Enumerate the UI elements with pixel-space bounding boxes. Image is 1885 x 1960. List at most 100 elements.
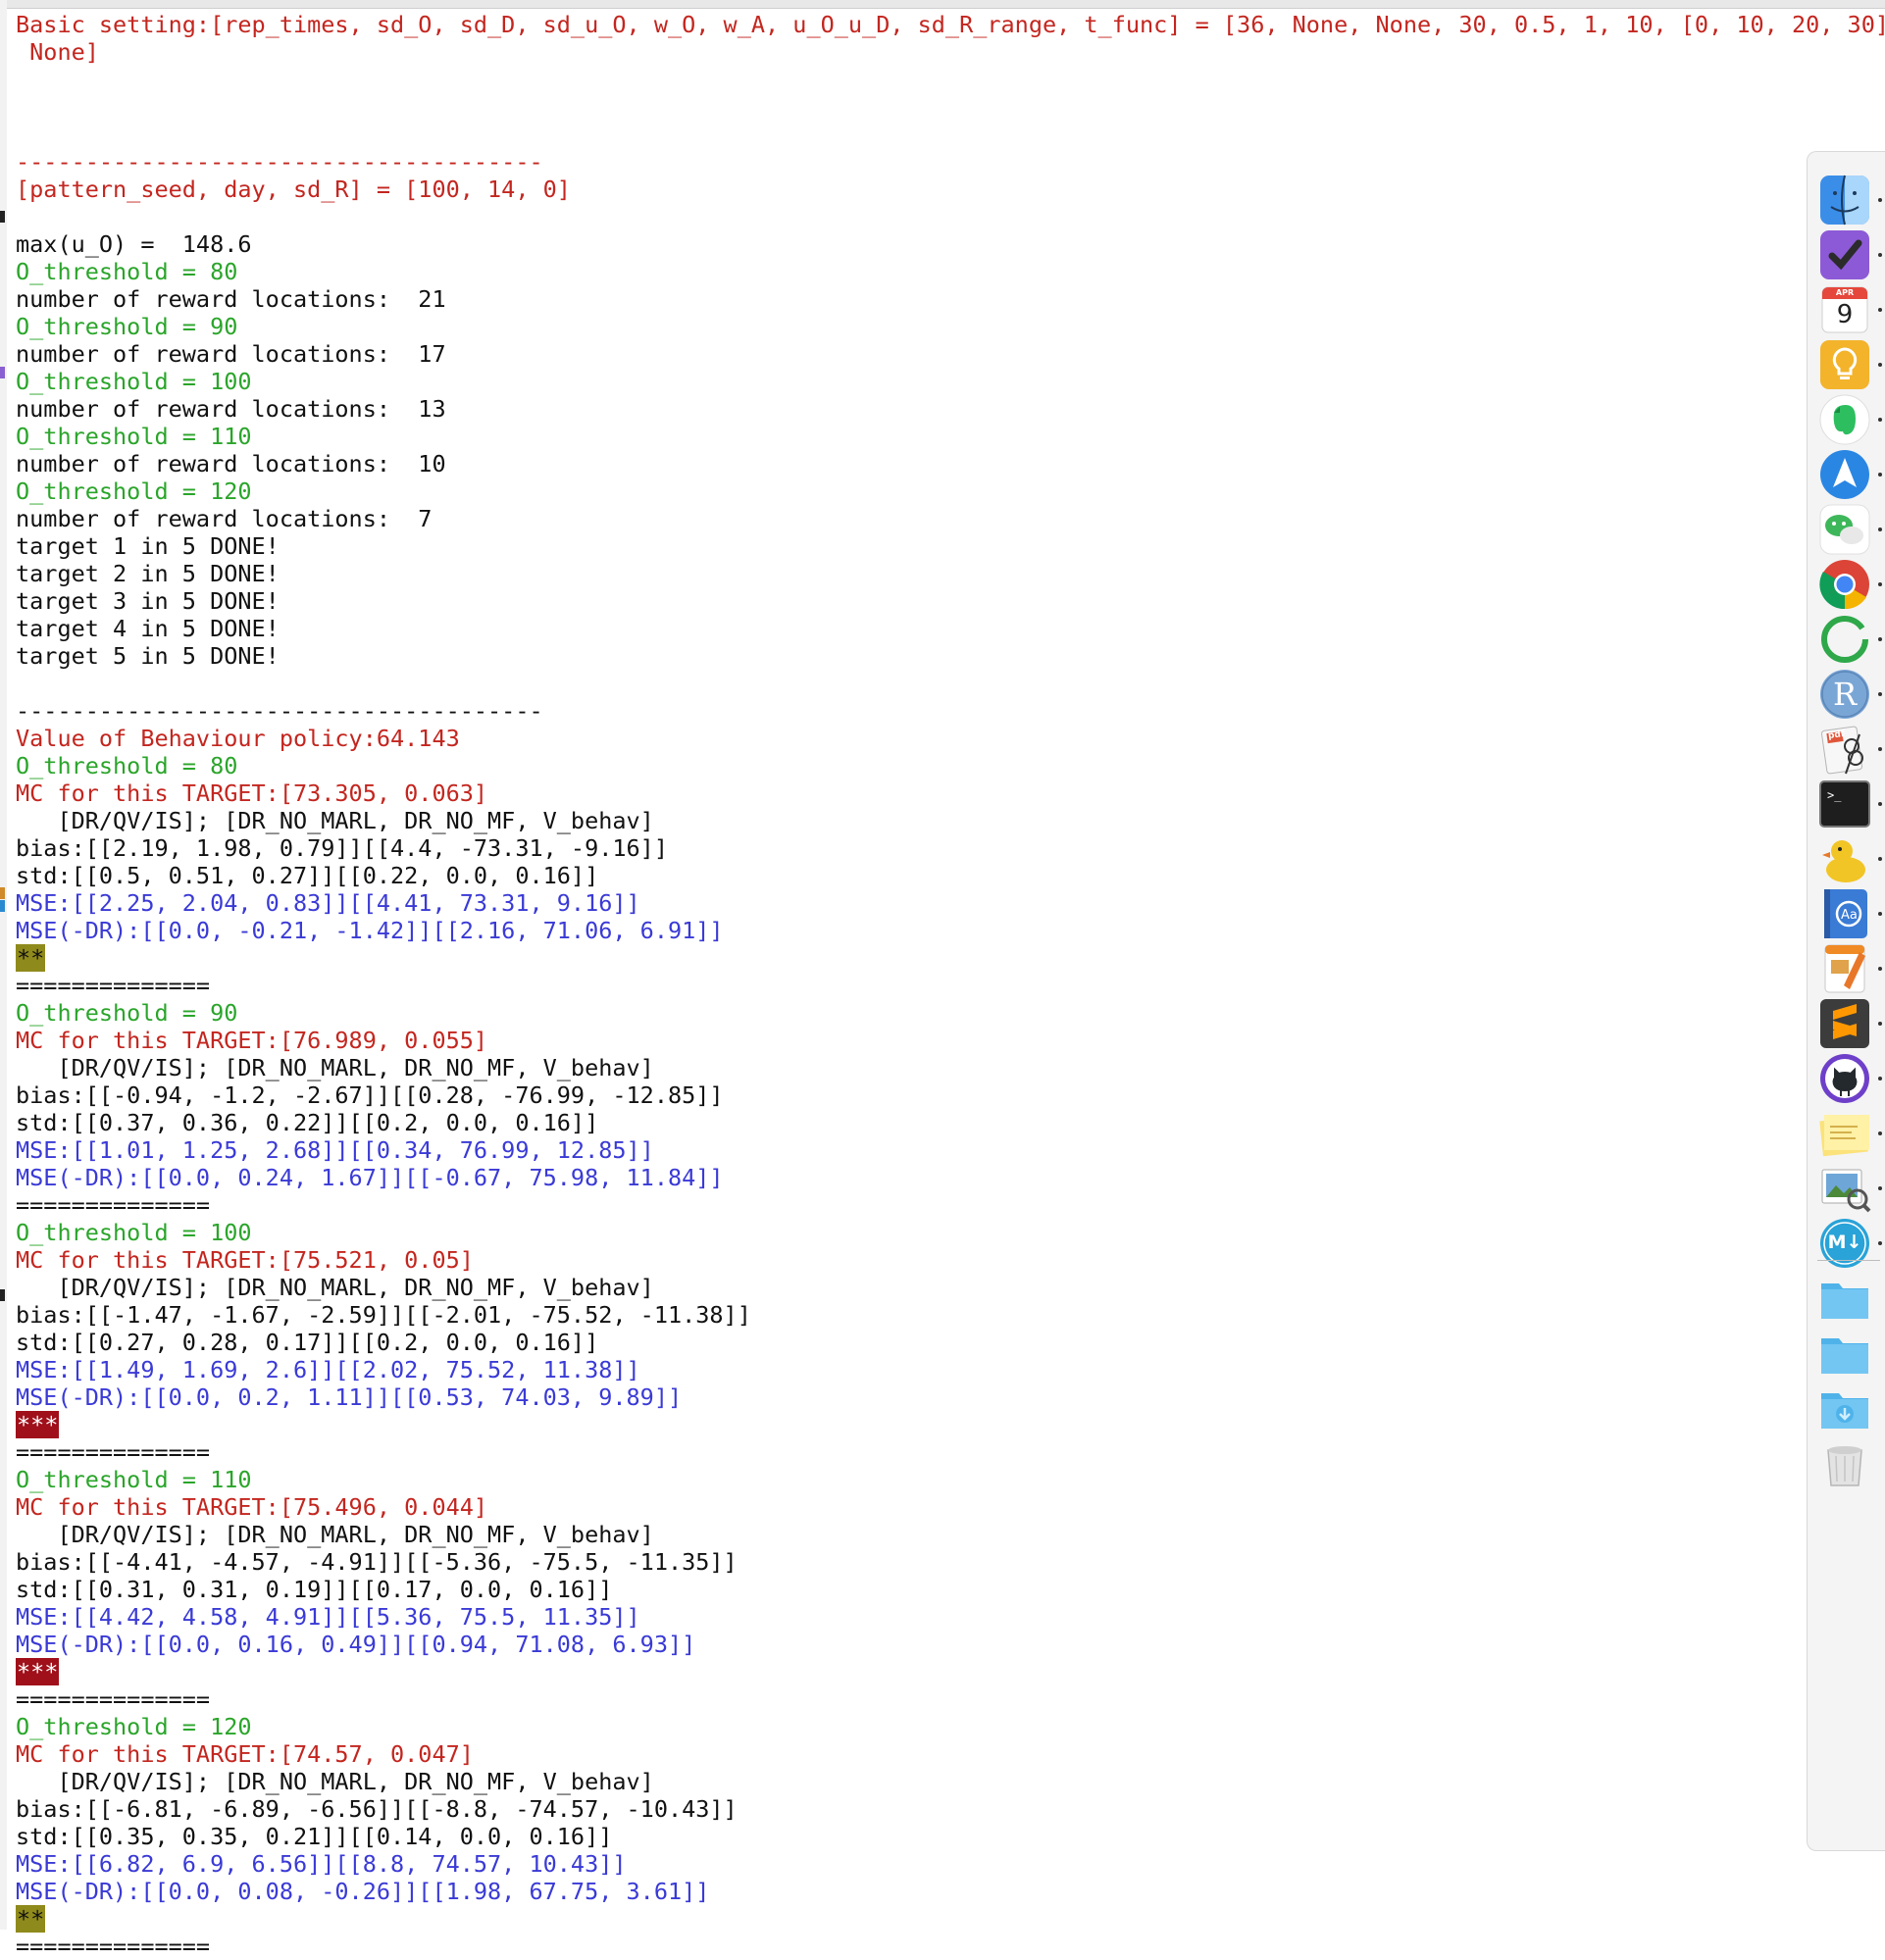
console-output[interactable]: Basic setting:[rep_times, sd_O, sd_D, sd… bbox=[16, 11, 1885, 1960]
sync-ring-icon[interactable] bbox=[1816, 611, 1873, 668]
tips-icon[interactable] bbox=[1816, 336, 1873, 393]
console-line: O_threshold = 110 bbox=[16, 423, 252, 450]
console-line: bias:[[-6.81, -6.89, -6.56]][[-8.8, -74.… bbox=[16, 1795, 738, 1823]
calendar-icon[interactable]: APR 9 bbox=[1816, 281, 1873, 338]
console-line: MSE:[[4.42, 4.58, 4.91]][[5.36, 75.5, 11… bbox=[16, 1603, 640, 1631]
significance-stars: ** bbox=[16, 1905, 46, 1933]
github-desktop-icon[interactable] bbox=[1816, 1050, 1873, 1107]
markdown-editor-icon[interactable]: M↓ bbox=[1816, 1215, 1873, 1272]
console-line: ============== bbox=[16, 972, 211, 999]
folder-icon[interactable] bbox=[1816, 1270, 1873, 1327]
console-line: target 4 in 5 DONE! bbox=[16, 615, 280, 642]
console-line: bias:[[-1.47, -1.67, -2.59]][[-2.01, -75… bbox=[16, 1301, 751, 1329]
pages-icon[interactable] bbox=[1816, 940, 1873, 997]
console-line: ============== bbox=[16, 1685, 211, 1713]
console-line: MC for this TARGET:[74.57, 0.047] bbox=[16, 1740, 474, 1768]
running-indicator bbox=[1878, 912, 1882, 916]
console-line: [DR/QV/IS]; [DR_NO_MARL, DR_NO_MF, V_beh… bbox=[16, 1054, 654, 1081]
spark-mail-icon[interactable] bbox=[1816, 446, 1873, 503]
running-indicator bbox=[1878, 308, 1882, 312]
running-indicator bbox=[1878, 1131, 1882, 1135]
preview-icon[interactable] bbox=[1816, 1160, 1873, 1217]
console-line: bias:[[2.19, 1.98, 0.79]][[4.4, -73.31, … bbox=[16, 834, 668, 862]
omnifocus-icon[interactable] bbox=[1816, 226, 1873, 283]
running-indicator bbox=[1878, 692, 1882, 696]
console-line: MSE(-DR):[[0.0, 0.08, -0.26]][[1.98, 67.… bbox=[16, 1878, 710, 1905]
console-line: MC for this TARGET:[75.521, 0.05] bbox=[16, 1246, 474, 1274]
dock: APR 9 Rpdf >_ Aa M↓ bbox=[1807, 151, 1885, 1851]
console-line: O_threshold = 100 bbox=[16, 368, 252, 395]
console-line: MC for this TARGET:[76.989, 0.055] bbox=[16, 1027, 488, 1054]
console-line: MSE:[[1.49, 1.69, 2.6]][[2.02, 75.52, 11… bbox=[16, 1356, 640, 1383]
console-line: ============== bbox=[16, 1933, 211, 1960]
console-line: O_threshold = 90 bbox=[16, 999, 238, 1027]
window-top-divider bbox=[0, 8, 1885, 9]
sublime-text-icon[interactable] bbox=[1816, 995, 1873, 1052]
console-line: MSE:[[1.01, 1.25, 2.68]][[0.34, 76.99, 1… bbox=[16, 1136, 654, 1164]
console-line: bias:[[-4.41, -4.57, -4.91]][[-5.36, -75… bbox=[16, 1548, 738, 1576]
console-line: [pattern_seed, day, sd_R] = [100, 14, 0] bbox=[16, 176, 571, 203]
significance-stars: *** bbox=[16, 1411, 60, 1438]
finder-icon[interactable] bbox=[1816, 172, 1873, 228]
console-line: std:[[0.35, 0.35, 0.21]][[0.14, 0.0, 0.1… bbox=[16, 1823, 613, 1850]
running-indicator bbox=[1878, 528, 1882, 531]
downloads-folder-icon[interactable] bbox=[1816, 1380, 1873, 1436]
running-indicator bbox=[1878, 1241, 1882, 1245]
console-line: std:[[0.37, 0.36, 0.22]][[0.2, 0.0, 0.16… bbox=[16, 1109, 599, 1136]
svg-text:>_: >_ bbox=[1827, 788, 1842, 802]
console-line: target 5 in 5 DONE! bbox=[16, 642, 280, 670]
console-line: std:[[0.5, 0.51, 0.27]][[0.22, 0.0, 0.16… bbox=[16, 862, 599, 889]
running-indicator bbox=[1878, 637, 1882, 641]
calendar-month-label: APR bbox=[1835, 288, 1855, 297]
console-line: MSE:[[6.82, 6.9, 6.56]][[8.8, 74.57, 10.… bbox=[16, 1850, 627, 1878]
console-line: MSE(-DR):[[0.0, -0.21, -1.42]][[2.16, 71… bbox=[16, 917, 724, 944]
chrome-icon[interactable] bbox=[1816, 556, 1873, 613]
running-indicator bbox=[1878, 747, 1882, 751]
gutter-marker bbox=[0, 367, 5, 378]
console-line: MSE(-DR):[[0.0, 0.24, 1.67]][[-0.67, 75.… bbox=[16, 1164, 724, 1191]
running-indicator bbox=[1878, 1077, 1882, 1081]
console-line: [DR/QV/IS]; [DR_NO_MARL, DR_NO_MF, V_beh… bbox=[16, 807, 654, 834]
wechat-icon[interactable] bbox=[1816, 501, 1873, 558]
running-indicator bbox=[1878, 253, 1882, 257]
cyberduck-icon[interactable] bbox=[1816, 830, 1873, 887]
console-line: target 1 in 5 DONE! bbox=[16, 532, 280, 560]
evernote-icon[interactable] bbox=[1816, 391, 1873, 448]
console-line: O_threshold = 90 bbox=[16, 313, 238, 340]
running-indicator bbox=[1878, 802, 1882, 806]
pdf-reader-icon[interactable]: pdf bbox=[1816, 721, 1873, 778]
running-indicator bbox=[1878, 967, 1882, 971]
r-letter: R bbox=[1832, 676, 1858, 713]
console-line: [DR/QV/IS]; [DR_NO_MARL, DR_NO_MF, V_beh… bbox=[16, 1521, 654, 1548]
running-indicator bbox=[1878, 473, 1882, 477]
running-indicator bbox=[1878, 198, 1882, 202]
folder-icon[interactable] bbox=[1816, 1325, 1873, 1382]
dictionary-icon[interactable]: Aa bbox=[1816, 885, 1873, 942]
trash-icon[interactable] bbox=[1816, 1434, 1873, 1491]
console-line: O_threshold = 100 bbox=[16, 1219, 252, 1246]
console-line: number of reward locations: 17 bbox=[16, 340, 446, 368]
console-line: [DR/QV/IS]; [DR_NO_MARL, DR_NO_MF, V_beh… bbox=[16, 1274, 654, 1301]
console-line: O_threshold = 80 bbox=[16, 752, 238, 779]
console-line: ============== bbox=[16, 1191, 211, 1219]
console-line: number of reward locations: 7 bbox=[16, 505, 433, 532]
console-line: ** bbox=[16, 1905, 1781, 1933]
running-indicator bbox=[1878, 363, 1882, 367]
terminal-icon[interactable]: >_ bbox=[1816, 776, 1873, 832]
window-top-strip bbox=[0, 0, 1885, 8]
significance-stars: *** bbox=[16, 1658, 60, 1685]
stickies-icon[interactable] bbox=[1816, 1105, 1873, 1162]
significance-stars: ** bbox=[16, 944, 46, 972]
calendar-day-label: 9 bbox=[1836, 300, 1854, 329]
gutter-marker bbox=[0, 211, 5, 223]
console-line: O_threshold = 120 bbox=[16, 1713, 252, 1740]
gutter-marker bbox=[0, 1289, 5, 1301]
running-indicator bbox=[1878, 1022, 1882, 1026]
console-line: std:[[0.27, 0.28, 0.17]][[0.2, 0.0, 0.16… bbox=[16, 1329, 599, 1356]
markdown-label: M↓ bbox=[1827, 1231, 1862, 1253]
r-icon[interactable]: R bbox=[1816, 666, 1873, 723]
console-line: -------------------------------------- bbox=[16, 697, 543, 725]
